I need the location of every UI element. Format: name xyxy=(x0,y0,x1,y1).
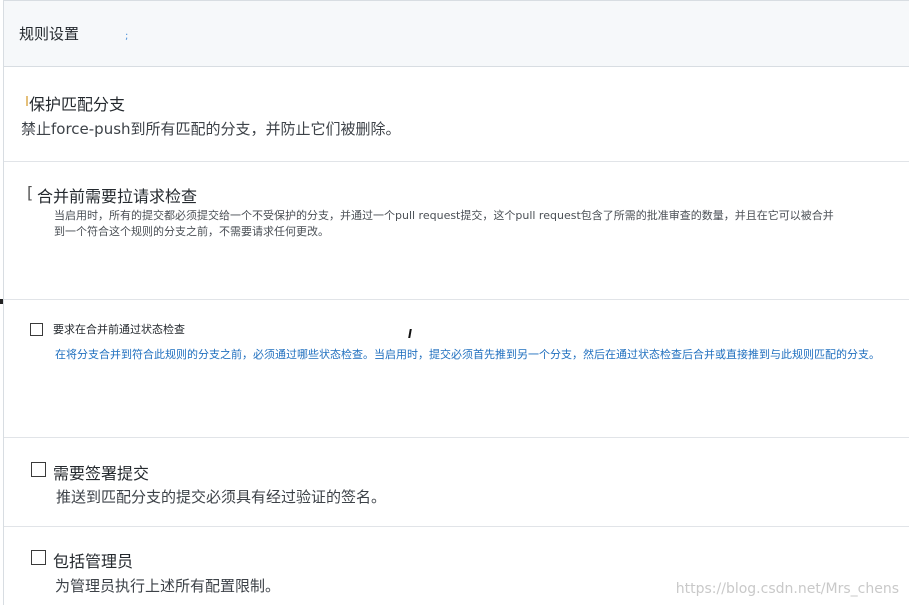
require-pr-review-section: [ 合并前需要拉请求检查 当启用时，所有的提交都必须提交给一个不受保护的分支，并… xyxy=(4,162,909,300)
mouse-cursor-mark xyxy=(408,329,412,338)
require-status-checks-checkbox[interactable] xyxy=(30,323,43,336)
require-signed-commits-title[interactable]: 需要签署提交 xyxy=(53,460,149,484)
require-signed-commits-description: 推送到匹配分支的提交必须具有经过验证的签名。 xyxy=(56,486,386,507)
rule-settings-panel: 规则设置 ; 保护匹配分支 禁止force-push到所有匹配的分支，并防止它们… xyxy=(3,0,909,605)
require-status-checks-description: 在将分支合并到符合此规则的分支之前，必须通过哪些状态检查。当启用时，提交必须首先… xyxy=(55,347,885,363)
cursor-highlight-mark xyxy=(26,96,28,106)
include-admins-title[interactable]: 包括管理员 xyxy=(53,548,133,572)
protect-branches-section: 保护匹配分支 禁止force-push到所有匹配的分支，并防止它们被删除。 xyxy=(4,67,909,162)
require-signed-commits-section: 需要签署提交 推送到匹配分支的提交必须具有经过验证的签名。 xyxy=(4,438,909,527)
require-status-checks-title[interactable]: 要求在合并前通过状态检查 xyxy=(53,321,185,337)
panel-title: 规则设置 xyxy=(19,23,79,44)
bracket-mark: [ xyxy=(27,183,33,202)
header-stray-mark: ; xyxy=(125,31,128,42)
require-status-checks-section: 要求在合并前通过状态检查 在将分支合并到符合此规则的分支之前，必须通过哪些状态检… xyxy=(4,300,909,438)
require-signed-commits-checkbox[interactable] xyxy=(31,462,46,477)
protect-branches-title: 保护匹配分支 xyxy=(29,91,125,115)
require-pr-review-title[interactable]: 合并前需要拉请求检查 xyxy=(37,183,197,207)
include-admins-checkbox[interactable] xyxy=(31,550,46,565)
csdn-watermark: https://blog.csdn.net/Mrs_chens xyxy=(676,581,899,597)
include-admins-description: 为管理员执行上述所有配置限制。 xyxy=(55,575,280,596)
panel-header: 规则设置 ; xyxy=(4,1,909,67)
protect-branches-description: 禁止force-push到所有匹配的分支，并防止它们被删除。 xyxy=(21,118,401,139)
require-pr-review-description: 当启用时，所有的提交都必须提交给一个不受保护的分支，并通过一个pull requ… xyxy=(54,208,844,240)
